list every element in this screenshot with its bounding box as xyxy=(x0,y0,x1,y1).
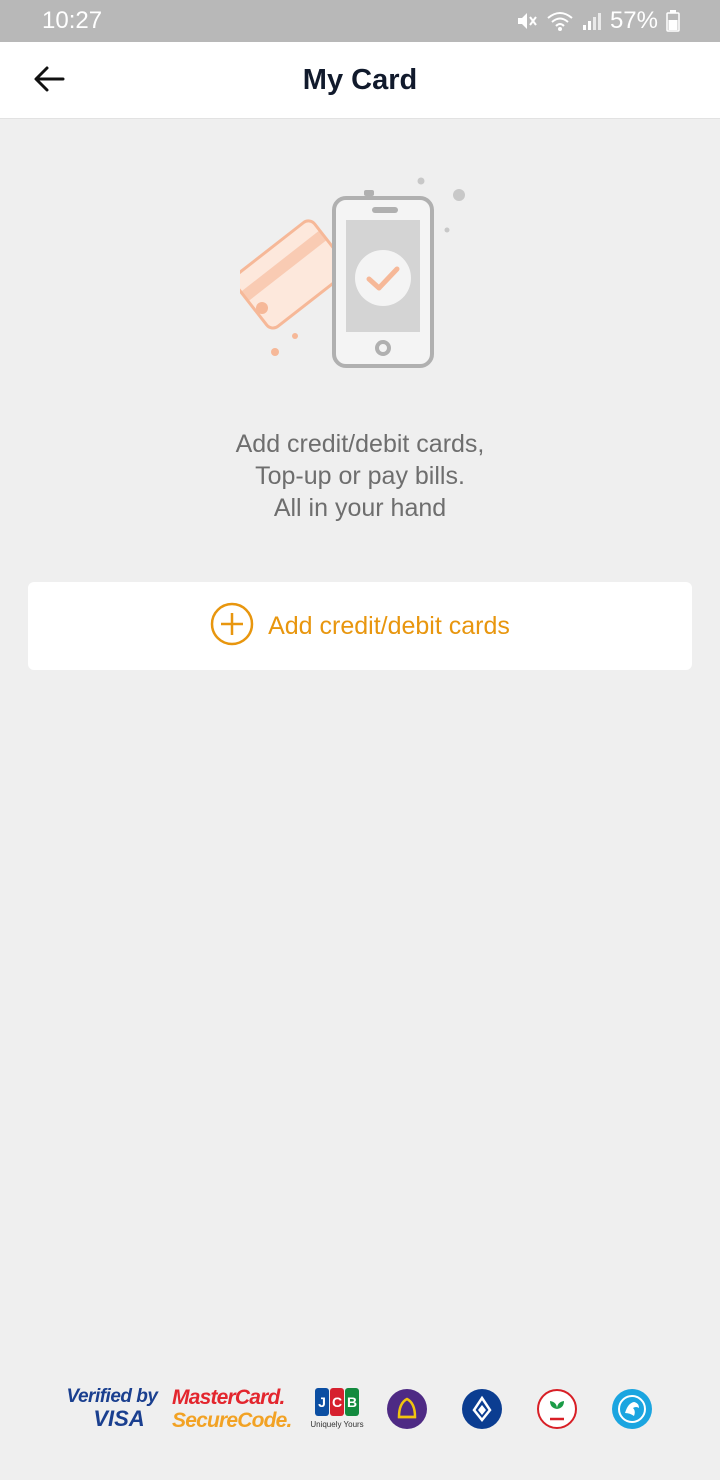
status-icons: 57% xyxy=(516,7,680,35)
battery-icon xyxy=(666,10,680,32)
add-card-button[interactable]: Add credit/debit cards xyxy=(28,582,692,670)
mastercard-securecode-logo: MasterCard. SecureCode. xyxy=(172,1386,292,1434)
empty-state-line-1: Add credit/debit cards, xyxy=(235,430,485,458)
scb-logo xyxy=(387,1389,427,1429)
jcb-mark: J C B xyxy=(306,1388,368,1416)
jcb-logo: J C B Uniquely Yours xyxy=(306,1388,368,1438)
page-title: My Card xyxy=(302,64,418,96)
mute-icon xyxy=(516,10,538,32)
plus-circle-icon xyxy=(210,602,254,651)
verified-by-text: Verified by xyxy=(66,1386,158,1407)
krungthai-logo xyxy=(612,1389,652,1429)
empty-state-line-2: Top-up or pay bills. xyxy=(255,462,465,490)
bangkok-bank-logo xyxy=(462,1389,502,1429)
empty-state-line-3: All in your hand xyxy=(273,494,447,522)
battery-percent: 57% xyxy=(609,7,658,34)
partner-logos: Verified by VISA MasterCard. SecureCode.… xyxy=(0,1384,720,1440)
verified-by-visa-logo: Verified by VISA xyxy=(64,1386,160,1432)
back-arrow-icon xyxy=(33,65,65,98)
back-button[interactable] xyxy=(28,60,70,102)
kasikorn-logo xyxy=(537,1389,577,1429)
status-time: 10:27 xyxy=(42,7,103,34)
securecode-text: SecureCode. xyxy=(172,1409,292,1432)
add-card-label: Add credit/debit cards xyxy=(268,611,510,640)
mastercard-text: MasterCard. xyxy=(172,1386,285,1409)
signal-icon xyxy=(582,11,602,31)
jcb-tagline: Uniquely Yours xyxy=(310,1420,364,1429)
phone-card-check-illustration xyxy=(232,170,480,380)
wifi-icon xyxy=(546,10,574,32)
status-bar: 10:27 57% xyxy=(0,0,720,42)
visa-text: VISA xyxy=(93,1406,145,1431)
app-bar: My Card xyxy=(0,42,720,119)
